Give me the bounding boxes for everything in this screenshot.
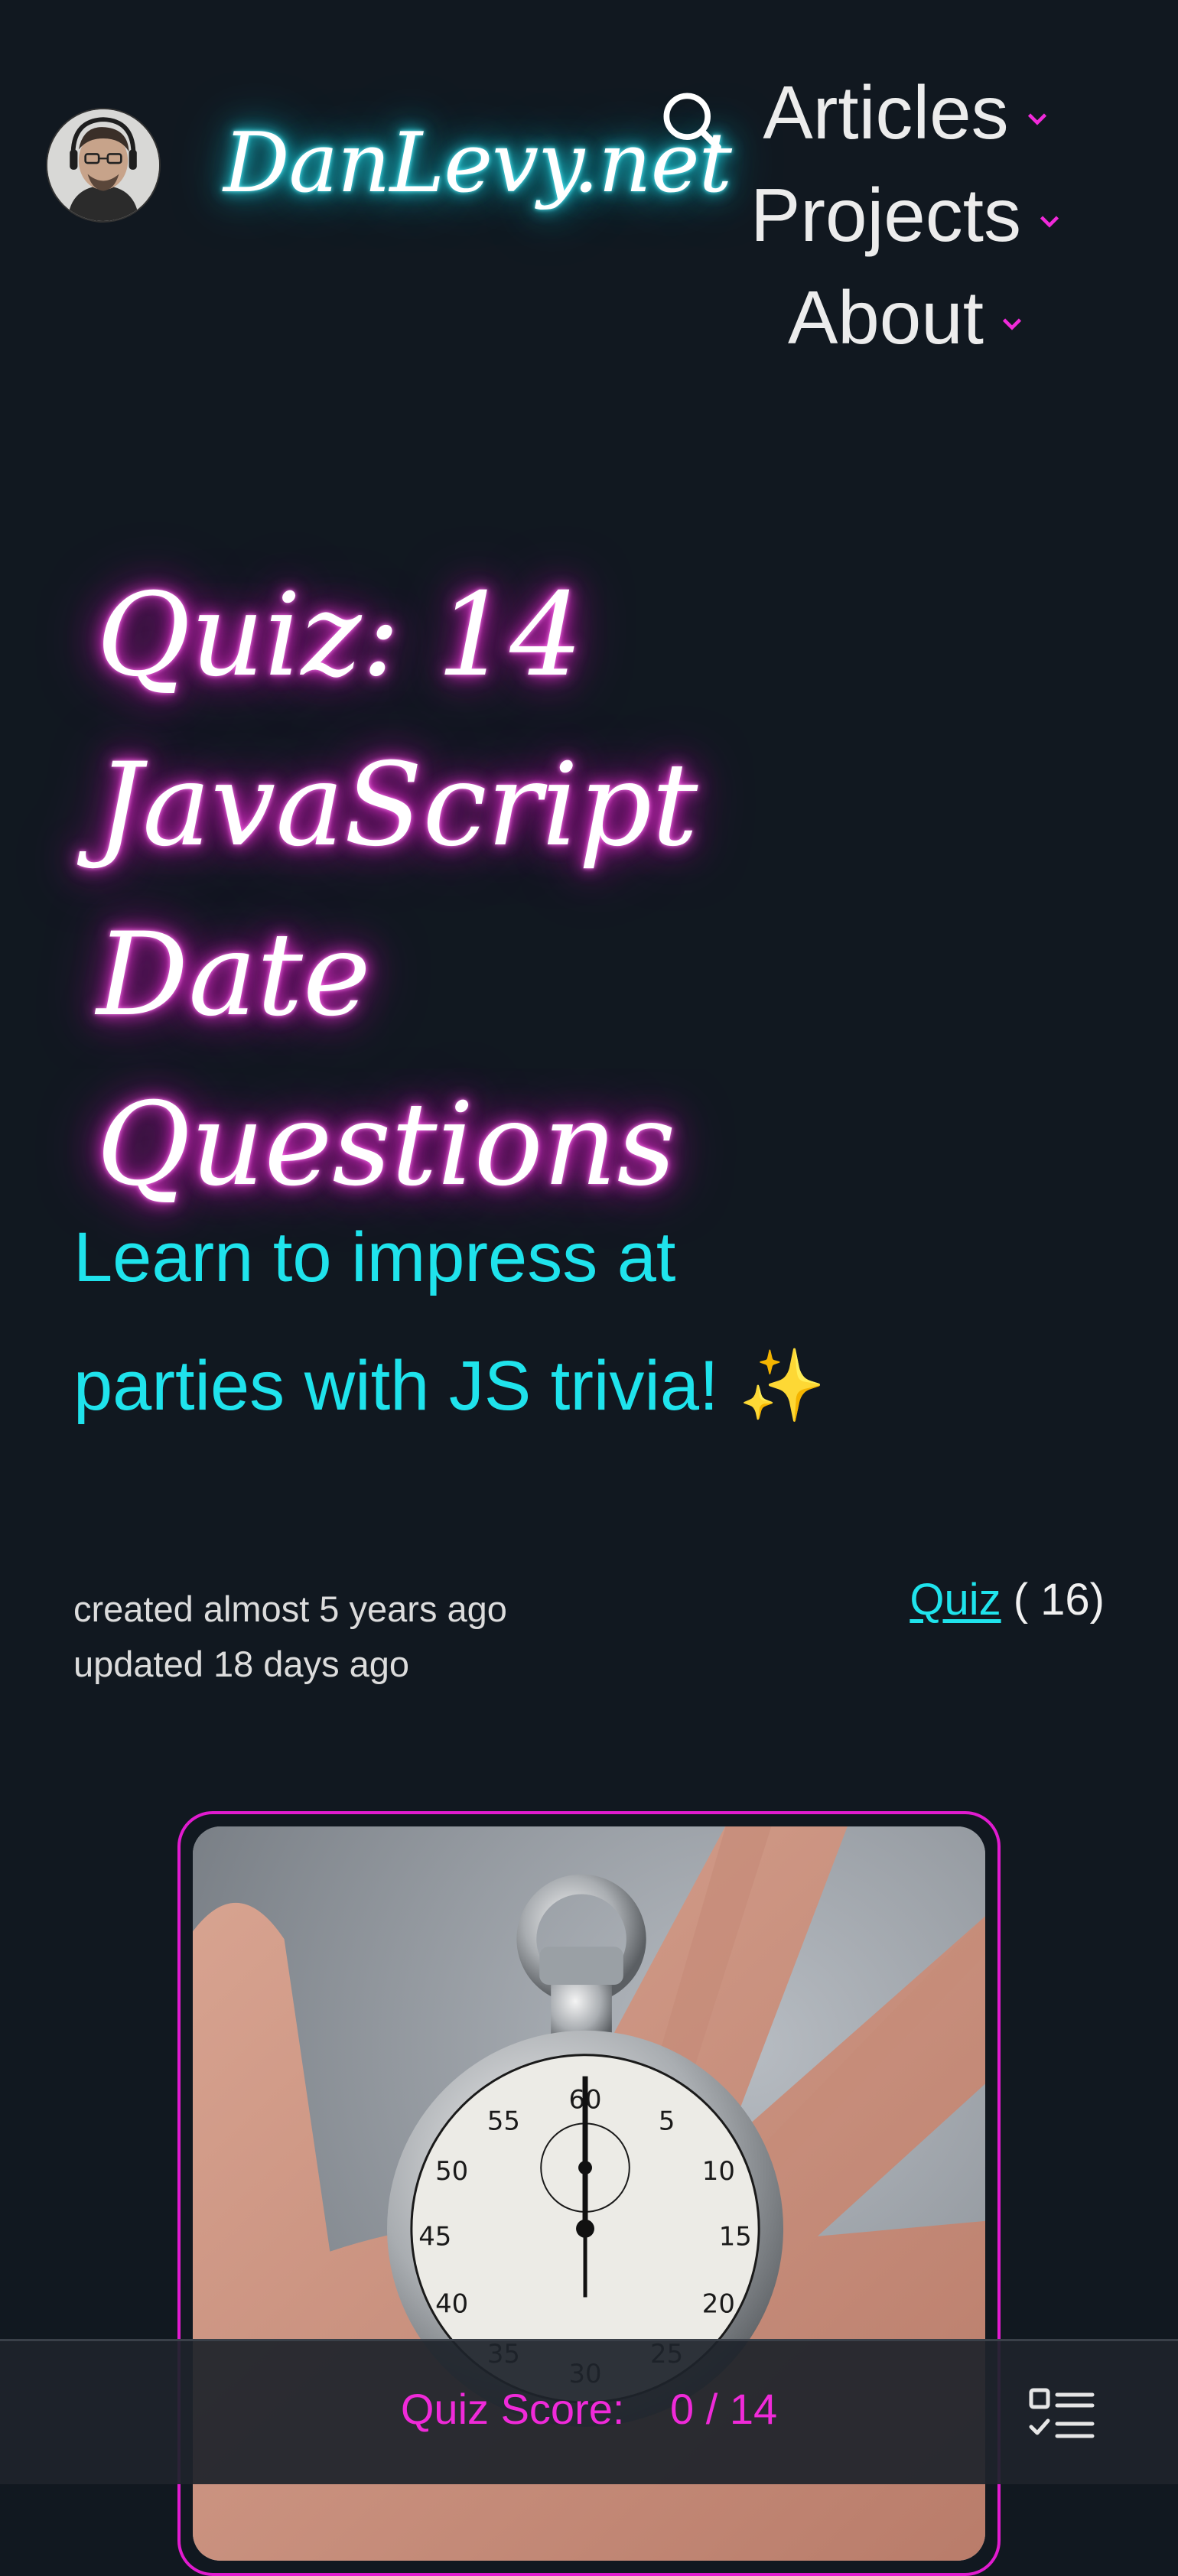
- page-subtitle: Learn to impress at parties with JS triv…: [73, 1193, 915, 1450]
- chevron-down-icon: [1038, 210, 1061, 233]
- nav-projects-label: Projects: [750, 173, 1021, 257]
- subtitle-line: Learn to impress at: [73, 1218, 676, 1296]
- svg-text:10: 10: [702, 2156, 735, 2186]
- nav-articles-label: Articles: [763, 70, 1009, 154]
- svg-text:55: 55: [487, 2106, 520, 2135]
- nav-about-label: About: [787, 275, 984, 359]
- updated-date: updated 18 days ago: [73, 1644, 410, 1684]
- question-list-button[interactable]: [1028, 2387, 1095, 2442]
- quiz-score-bar: Quiz Score: 0 / 14: [0, 2339, 1178, 2484]
- avatar[interactable]: [47, 109, 159, 221]
- quiz-score: Quiz Score: 0 / 14: [0, 2384, 1178, 2434]
- nav-projects[interactable]: Projects: [750, 164, 1061, 266]
- quiz-score-value: 0 / 14: [670, 2385, 778, 2433]
- page-title-line: Quiz: 14: [96, 569, 583, 702]
- svg-text:20: 20: [702, 2288, 735, 2318]
- svg-text:15: 15: [719, 2222, 752, 2252]
- main-nav: Articles Projects About: [699, 61, 1112, 369]
- nav-about[interactable]: About: [788, 266, 1023, 369]
- category-count: ( 16): [1013, 1575, 1105, 1625]
- svg-text:40: 40: [435, 2288, 468, 2318]
- svg-text:45: 45: [418, 2222, 451, 2252]
- quiz-score-label: Quiz Score:: [400, 2385, 625, 2433]
- svg-text:5: 5: [659, 2106, 675, 2135]
- svg-text:50: 50: [435, 2156, 468, 2186]
- page-title-line: Date Questions: [96, 909, 676, 1212]
- avatar-image: [47, 109, 159, 221]
- page-title: Quiz: 14 JavaScript Date Questions: [96, 551, 938, 1230]
- created-date: created almost 5 years ago: [73, 1589, 507, 1629]
- post-dates: created almost 5 years ago updated 18 da…: [73, 1582, 507, 1692]
- category-tag: Quiz ( 16): [910, 1574, 1105, 1625]
- chevron-down-icon: [1026, 108, 1049, 131]
- category-link-quiz[interactable]: Quiz: [910, 1575, 1001, 1625]
- nav-articles[interactable]: Articles: [763, 61, 1048, 164]
- checklist-icon: [1029, 2388, 1095, 2438]
- chevron-down-icon: [1001, 313, 1023, 336]
- subtitle-line: parties with JS trivia! ✨: [73, 1347, 826, 1425]
- page-title-line: JavaScript: [96, 739, 698, 872]
